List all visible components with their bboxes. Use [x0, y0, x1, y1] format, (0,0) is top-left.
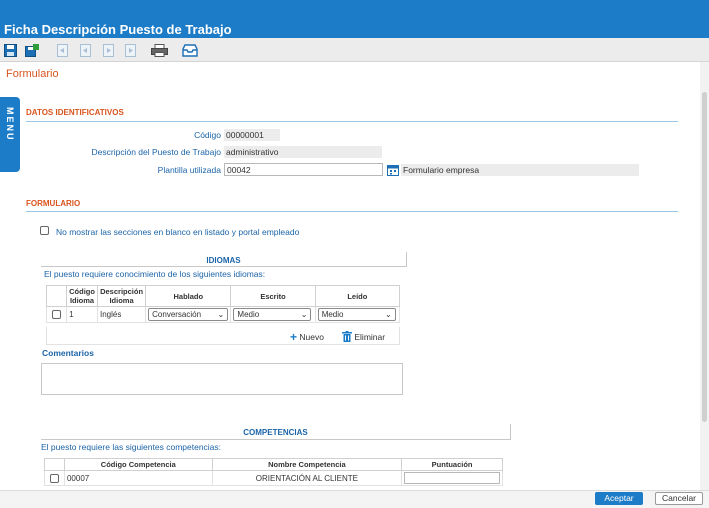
table-row: 1 Inglés Conversación ⌄ Medio ⌄ Medio ⌄ — [45, 306, 401, 323]
no-mostrar-checkbox[interactable] — [40, 226, 49, 235]
column-header-escrito: Escrito — [230, 285, 316, 307]
competencias-intro: El puesto requiere las siguientes compet… — [41, 442, 222, 452]
scrollbar-thumb[interactable] — [702, 92, 707, 422]
print-icon[interactable] — [151, 44, 168, 57]
nombre-competencia-cell: ORIENTACIÓN AL CLIENTE — [211, 470, 403, 486]
idiomas-intro: El puesto requiere conocimiento de los s… — [44, 269, 266, 279]
section-heading-formulario: FORMULARIO — [26, 199, 81, 208]
table-header-row: Código Idioma Descripción Idioma Hablado… — [45, 285, 401, 307]
chevron-down-icon: ⌄ — [384, 310, 392, 319]
column-header-hablado: Hablado — [145, 285, 232, 307]
previous-record-icon[interactable] — [80, 44, 91, 57]
vertical-scrollbar[interactable] — [700, 62, 709, 490]
descripcion-idioma-cell: Inglés — [96, 306, 147, 323]
leido-cell: Medio ⌄ — [314, 306, 401, 323]
chevron-down-icon: ⌄ — [300, 310, 308, 319]
trash-icon — [342, 331, 352, 344]
puntuacion-cell — [401, 470, 503, 486]
chevron-down-icon: ⌄ — [217, 310, 225, 319]
eliminar-button[interactable]: Eliminar — [342, 331, 385, 344]
column-header-codigo-idioma: Código Idioma — [66, 285, 98, 307]
no-mostrar-label: No mostrar las secciones en blanco en li… — [56, 227, 300, 237]
column-header-codigo-competencia: Código Competencia — [63, 458, 213, 471]
plantilla-label: Plantilla utilizada — [157, 165, 221, 175]
row-select-cell — [44, 470, 65, 486]
idiomas-heading: IDIOMAS — [41, 252, 407, 267]
column-header-descripcion-idioma: Descripción Idioma — [96, 285, 147, 307]
plantilla-description: Formulario empresa — [401, 164, 639, 176]
window-title: Ficha Descripción Puesto de Trabajo — [4, 22, 232, 37]
escrito-select-value: Medio — [237, 310, 260, 319]
select-column-header — [44, 458, 65, 471]
table-header-row: Código Competencia Nombre Competencia Pu… — [44, 458, 503, 471]
column-header-nombre-competencia: Nombre Competencia — [211, 458, 403, 471]
hablado-cell: Conversación ⌄ — [145, 306, 232, 323]
section-divider — [26, 211, 678, 212]
codigo-idioma-cell: 1 — [66, 306, 98, 323]
competencias-table: Código Competencia Nombre Competencia Pu… — [44, 458, 503, 486]
cancelar-button[interactable]: Cancelar — [655, 492, 703, 505]
plantilla-input[interactable]: 00042 — [224, 163, 383, 176]
next-record-icon[interactable] — [103, 44, 114, 57]
table-row: 00007 ORIENTACIÓN AL CLIENTE — [44, 470, 503, 486]
codigo-value: 00000001 — [224, 129, 280, 141]
first-record-icon[interactable] — [57, 44, 68, 57]
select-column-header — [45, 285, 68, 307]
section-divider — [26, 121, 678, 122]
nuevo-button[interactable]: + Nuevo — [290, 330, 324, 344]
eliminar-label: Eliminar — [354, 332, 386, 342]
idiomas-table: Código Idioma Descripción Idioma Hablado… — [45, 285, 401, 323]
row-checkbox[interactable] — [52, 310, 62, 319]
calendar-lookup-icon[interactable] — [387, 164, 399, 178]
aceptar-button[interactable]: Aceptar — [595, 492, 643, 505]
descripcion-value: administrativo — [224, 146, 382, 158]
hablado-select-value: Conversación — [152, 310, 202, 319]
row-select-cell — [45, 306, 68, 323]
inbox-icon[interactable] — [182, 44, 198, 57]
menu-tab[interactable]: MENU — [0, 97, 20, 172]
puntuacion-input[interactable] — [404, 472, 500, 484]
descripcion-label: Descripción del Puesto de Trabajo — [91, 147, 221, 157]
codigo-competencia-cell: 00007 — [63, 470, 213, 486]
leido-select-value: Medio — [321, 310, 344, 319]
escrito-cell: Medio ⌄ — [230, 306, 316, 323]
toolbar — [0, 38, 709, 62]
hablado-select[interactable]: Conversación ⌄ — [148, 308, 229, 321]
menu-tab-label: MENU — [5, 107, 15, 142]
save-all-icon[interactable] — [25, 44, 39, 57]
escrito-select[interactable]: Medio ⌄ — [233, 308, 312, 321]
save-icon[interactable] — [4, 44, 17, 57]
window-title-bar: Ficha Descripción Puesto de Trabajo — [0, 0, 709, 38]
comentarios-label: Comentarios — [42, 348, 94, 358]
codigo-label: Código — [194, 130, 221, 140]
competencias-heading: COMPETENCIAS — [41, 424, 511, 440]
column-header-leido: Leído — [314, 285, 401, 307]
page-subtitle: Formulario — [6, 68, 59, 80]
section-heading-datos: DATOS IDENTIFICATIVOS — [26, 108, 124, 117]
row-checkbox[interactable] — [49, 473, 59, 483]
leido-select[interactable]: Medio ⌄ — [317, 308, 396, 321]
column-header-puntuacion: Puntuación — [401, 458, 503, 471]
comentarios-textarea[interactable] — [41, 363, 403, 395]
last-record-icon[interactable] — [125, 44, 136, 57]
plus-icon: + — [290, 330, 298, 344]
nuevo-label: Nuevo — [299, 332, 324, 342]
